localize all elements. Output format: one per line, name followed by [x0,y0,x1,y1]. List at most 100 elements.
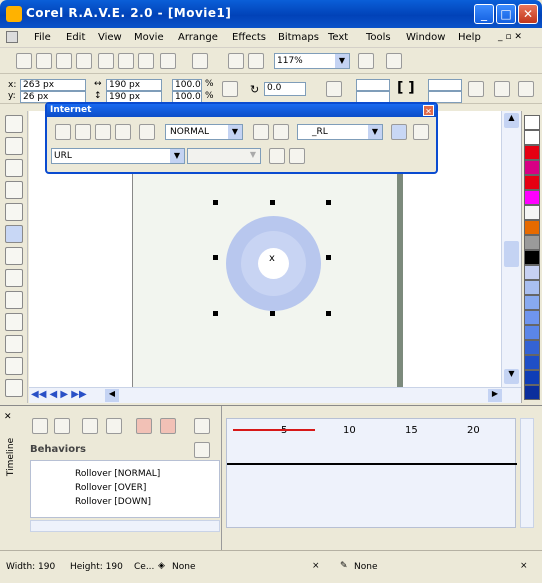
menu-movie[interactable]: Movie [134,32,164,43]
hotspot-shape-icon[interactable] [269,148,285,164]
url-input[interactable]: ▼ [187,148,261,164]
selection-handle[interactable] [270,311,275,316]
menu-bitmaps[interactable]: Bitmaps [278,32,319,43]
keyframe-icon[interactable] [136,418,152,434]
new-icon[interactable] [16,53,32,69]
rotation-field[interactable]: 0.0 [264,82,306,96]
menu-edit[interactable]: Edit [66,32,85,43]
zoom-tool-icon[interactable] [5,159,23,177]
fill-tool-icon[interactable] [5,379,23,397]
selection-handle[interactable] [213,200,218,205]
color-swatch[interactable] [524,250,540,265]
selection-handle[interactable] [326,200,331,205]
rollover-edit-icon[interactable] [75,124,91,140]
target-select[interactable]: _RL ▼ [297,124,383,140]
export-icon[interactable] [248,53,264,69]
selection-handle[interactable] [270,200,275,205]
keyframe-icon-2[interactable] [160,418,176,434]
save-icon[interactable] [56,53,72,69]
hotspot-icon[interactable] [253,124,269,140]
scroll-left-icon[interactable]: ◀ [105,389,119,402]
delete-state-icon[interactable] [273,124,289,140]
shape-tool-icon[interactable] [5,137,23,155]
menu-help[interactable]: Help [458,32,481,43]
color-swatch[interactable] [524,145,540,160]
options-icon[interactable] [386,53,402,69]
spiral-tool-icon[interactable] [5,269,23,287]
rollover-live-icon[interactable] [139,124,155,140]
corner-field-3[interactable] [428,79,462,91]
interactive-tool-icon[interactable] [5,313,23,331]
redo-icon[interactable] [192,53,208,69]
zoom-select[interactable]: 117% ▼ [274,53,350,69]
polygon-tool-icon[interactable] [5,247,23,265]
color-swatch[interactable] [524,235,540,250]
behaviors-icon[interactable] [32,418,48,434]
menu-window[interactable]: Window [406,32,445,43]
round-corner-lock-icon[interactable] [468,81,484,97]
selection-handle[interactable] [213,311,218,316]
color-swatch[interactable] [524,340,540,355]
menu-arrange[interactable]: Arrange [178,32,218,43]
scroll-up-icon[interactable]: ▲ [504,113,519,128]
doc-window-controls[interactable]: _ ▫ ✕ [498,32,522,42]
color-swatch[interactable] [524,265,540,280]
selection-handle[interactable] [326,255,331,260]
rectangle-tool-icon[interactable] [5,203,23,221]
url-type-select[interactable]: URL ▼ [51,148,185,164]
tree-hscrollbar[interactable] [30,520,220,532]
launcher-icon[interactable] [358,53,374,69]
to-front-icon[interactable] [494,81,510,97]
color-swatch[interactable] [524,175,540,190]
convert-icon[interactable] [518,81,534,97]
links-icon[interactable] [413,124,429,140]
mirror-icon[interactable] [326,81,342,97]
copy-icon[interactable] [118,53,134,69]
menu-text[interactable]: Text [328,32,348,43]
maximize-icon[interactable]: □ [496,4,516,24]
print-icon[interactable] [76,53,92,69]
frame-nav-icons[interactable]: ◀◀ ◀ ▶ ▶▶ [31,389,87,400]
text-tool-icon[interactable] [5,291,23,309]
color-swatch[interactable] [524,295,540,310]
bookmark-icon[interactable] [391,124,407,140]
paste-icon[interactable] [138,53,154,69]
frames-vscroll[interactable] [520,418,534,528]
scroll-thumb[interactable] [504,241,519,267]
menu-tools[interactable]: Tools [366,32,391,43]
corner-field-1[interactable] [356,79,390,91]
minimize-icon[interactable]: _ [474,4,494,24]
lock-ratio-icon[interactable] [222,81,238,97]
undo-icon[interactable] [160,53,176,69]
scroll-down-icon[interactable]: ▼ [504,369,519,384]
color-swatch[interactable] [524,160,540,175]
scroll-right-icon[interactable]: ▶ [488,389,502,402]
ellipse-tool-icon[interactable] [5,225,23,243]
rollover-create-icon[interactable] [55,124,71,140]
color-swatch[interactable] [524,130,540,145]
timeline-close-icon[interactable]: ✕ [4,412,12,422]
open-icon[interactable] [36,53,52,69]
tree-row-over[interactable]: Rollover [OVER] [75,483,146,493]
color-swatch[interactable] [524,190,540,205]
menu-file[interactable]: File [34,32,51,43]
color-swatch[interactable] [524,205,540,220]
scale-x-field[interactable]: 100.0 [172,79,202,91]
object-icon[interactable] [82,418,98,434]
delete-icon[interactable] [54,418,70,434]
pick-tool-icon[interactable] [5,115,23,133]
outline-tool-icon[interactable] [5,357,23,375]
close-icon[interactable]: ✕ [518,4,538,24]
color-swatch[interactable] [524,310,540,325]
import-icon[interactable] [228,53,244,69]
vertical-scrollbar[interactable]: ▲ ▼ [501,111,521,387]
frames-grid[interactable]: 5 10 15 20 [226,418,517,528]
color-swatch[interactable] [524,370,540,385]
freehand-tool-icon[interactable] [5,181,23,199]
eyedropper-tool-icon[interactable] [5,335,23,353]
hotspot-color-icon[interactable] [289,148,305,164]
color-swatch[interactable] [524,115,540,130]
selection-handle[interactable] [326,311,331,316]
color-swatch[interactable] [524,325,540,340]
object-icon-2[interactable] [106,418,122,434]
